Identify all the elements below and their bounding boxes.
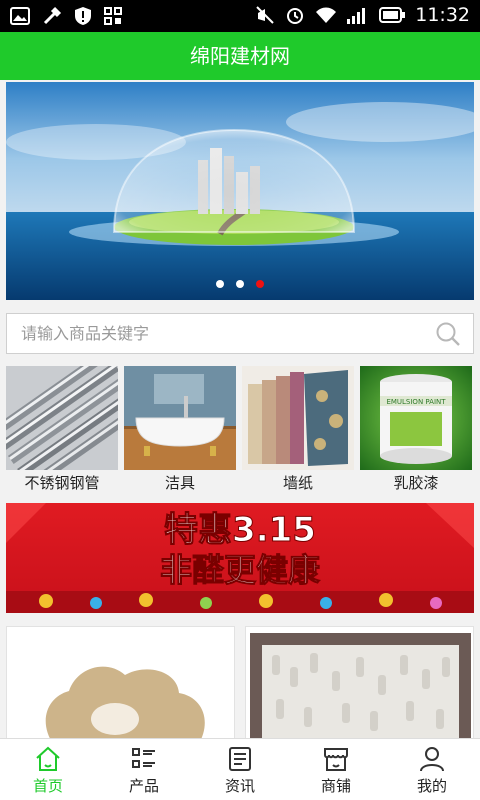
banner-image[interactable]	[6, 82, 474, 300]
search-icon[interactable]	[435, 321, 461, 347]
promo-banner[interactable]: 特惠3.15 非醛更健康	[6, 503, 474, 613]
list-icon	[132, 748, 155, 768]
home-icon	[36, 746, 60, 771]
category-item-steel-pipe[interactable]: 不锈钢钢管	[6, 366, 118, 496]
status-bar: 11:32	[0, 0, 480, 32]
banner-carousel[interactable]	[6, 82, 474, 300]
nav-label: 我的	[416, 777, 447, 795]
bottom-nav: 首页 产品 资讯 商铺 我的	[0, 738, 480, 800]
category-item-sanitary[interactable]: 洁具	[124, 366, 236, 496]
product-image-rug[interactable]	[7, 627, 235, 746]
news-icon	[229, 747, 251, 771]
app-header: 绵阳建材网	[0, 32, 480, 80]
nav-item-products[interactable]: 产品	[96, 739, 192, 800]
carousel-dot-active[interactable]	[256, 280, 264, 288]
apps-icon	[104, 7, 122, 25]
promo-line1: 特惠3.15	[164, 510, 316, 550]
nav-item-home[interactable]: 首页	[0, 739, 96, 800]
category-grid: 不锈钢钢管 洁具 墙纸 EMULSION PAINT 乳胶漆	[6, 366, 474, 496]
category-label: 乳胶漆	[393, 474, 439, 492]
carousel-dot[interactable]	[216, 280, 224, 288]
paint-bucket-image[interactable]: EMULSION PAINT	[360, 366, 472, 470]
category-label: 墙纸	[282, 474, 313, 492]
svg-text:EMULSION PAINT: EMULSION PAINT	[386, 398, 446, 406]
nav-item-news[interactable]: 资讯	[192, 739, 288, 800]
category-label: 洁具	[164, 474, 195, 492]
bathtub-image[interactable]	[124, 366, 236, 470]
carousel-dot[interactable]	[236, 280, 244, 288]
battery-icon	[379, 7, 406, 23]
category-label: 不锈钢钢管	[24, 474, 100, 492]
user-icon	[420, 747, 444, 772]
carousel-dots	[6, 280, 474, 288]
category-item-latex-paint[interactable]: EMULSION PAINT 乳胶漆	[360, 366, 472, 496]
shield-alert-icon	[75, 7, 91, 25]
search-bar[interactable]	[6, 313, 474, 354]
product-card[interactable]	[6, 626, 235, 746]
image-icon	[10, 7, 30, 25]
clock: 11:32	[415, 4, 470, 26]
nav-item-me[interactable]: 我的	[384, 739, 480, 800]
category-item-wallpaper[interactable]: 墙纸	[242, 366, 354, 496]
signal-icon	[347, 8, 366, 24]
nav-label: 首页	[32, 777, 63, 795]
nav-label: 产品	[128, 777, 159, 795]
tool-icon	[43, 6, 62, 25]
product-image-shag-mat[interactable]	[246, 627, 474, 746]
nav-item-shops[interactable]: 商铺	[288, 739, 384, 800]
page-title: 绵阳建材网	[190, 44, 290, 68]
steel-pipe-image[interactable]	[6, 366, 118, 470]
nav-label: 资讯	[224, 777, 255, 795]
shop-icon	[324, 748, 348, 771]
wifi-icon	[316, 7, 337, 23]
promo-line2: 非醛更健康	[160, 551, 321, 589]
search-input[interactable]	[21, 314, 421, 353]
alarm-icon	[287, 8, 304, 24]
wallpaper-image[interactable]	[242, 366, 354, 470]
mute-icon	[256, 6, 274, 24]
product-card[interactable]	[245, 626, 474, 746]
nav-label: 商铺	[320, 777, 351, 795]
